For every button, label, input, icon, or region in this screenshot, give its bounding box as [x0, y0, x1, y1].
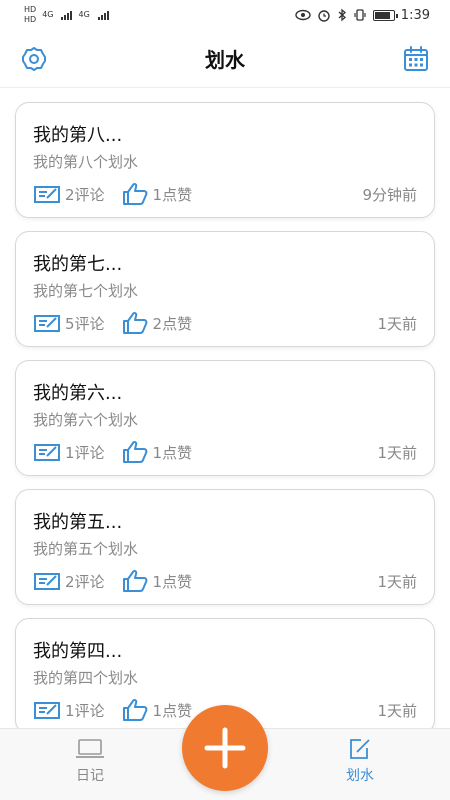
post-card[interactable]: 我的第六... 我的第六个划水 1评论 1点赞 1天前: [15, 360, 435, 476]
alarm-icon: [318, 10, 330, 22]
comment-icon: [34, 702, 60, 719]
comments-label: 5评论: [65, 314, 105, 333]
network-label-2: 4G: [78, 10, 90, 19]
thumbs-up-icon: [122, 440, 147, 463]
comment-icon: [34, 315, 60, 332]
post-title: 我的第七...: [33, 254, 123, 275]
likes-label: 1点赞: [152, 443, 193, 462]
likes-count[interactable]: 1点赞: [121, 440, 193, 464]
post-time: 9分钟前: [362, 185, 417, 204]
comments-count[interactable]: 5评论: [33, 313, 105, 334]
hd-badges: HD HD: [24, 6, 36, 24]
post-title: 我的第六...: [33, 383, 123, 404]
settings-gear-icon: [22, 47, 46, 71]
post-subtitle: 我的第六个划水: [33, 411, 139, 429]
comment-icon: [34, 573, 60, 590]
comments-label: 2评论: [65, 572, 105, 591]
status-time: 1:39: [400, 7, 430, 23]
tab-diary[interactable]: 日记: [50, 737, 130, 793]
likes-label: 2点赞: [152, 314, 193, 333]
status-bar: HD HD 4G 4G 1:39: [0, 0, 450, 30]
thumbs-up-icon: [122, 182, 147, 205]
likes-label: 1点赞: [152, 572, 193, 591]
comments-label: 2评论: [65, 185, 105, 204]
comments-count[interactable]: 2评论: [33, 184, 105, 205]
post-meta: 2评论 1点赞 9分钟前: [33, 181, 417, 207]
comments-count[interactable]: 1评论: [33, 700, 105, 721]
comments-count[interactable]: 2评论: [33, 571, 105, 592]
likes-count[interactable]: 1点赞: [121, 182, 193, 206]
comments-count[interactable]: 1评论: [33, 442, 105, 463]
post-subtitle: 我的第七个划水: [33, 282, 139, 300]
thumbs-up-icon: [122, 311, 147, 334]
post-title: 我的第八...: [33, 125, 123, 146]
post-card[interactable]: 我的第七... 我的第七个划水 5评论 2点赞 1天前: [15, 231, 435, 347]
likes-label: 1点赞: [152, 701, 193, 720]
comment-icon: [34, 186, 60, 203]
post-subtitle: 我的第八个划水: [33, 153, 139, 171]
bluetooth-icon: [338, 8, 346, 22]
edit-icon: [350, 739, 370, 759]
post-time: 1天前: [377, 701, 417, 720]
post-title: 我的第四...: [33, 641, 123, 662]
likes-count[interactable]: 2点赞: [121, 311, 193, 335]
signal-icon: [61, 10, 73, 20]
calendar-icon: [404, 46, 428, 71]
tab-huashui[interactable]: 划水: [320, 737, 400, 793]
comments-label: 1评论: [65, 701, 105, 720]
tab-diary-label: 日记: [76, 768, 104, 784]
hd-badge-top: HD: [24, 5, 37, 14]
vibrate-icon: [354, 9, 366, 21]
eye-icon: [295, 9, 311, 21]
battery-icon: [372, 9, 398, 21]
add-post-button[interactable]: [182, 705, 268, 791]
comment-icon: [34, 444, 60, 461]
post-list[interactable]: 我的第八... 我的第八个划水 2评论 1点赞 9分钟前 我的第七... 我的第…: [0, 100, 450, 728]
status-right: 1:39: [295, 8, 430, 23]
thumbs-up-icon: [122, 569, 147, 592]
hd-badge-bottom: HD: [24, 15, 37, 24]
post-subtitle: 我的第四个划水: [33, 669, 139, 687]
tab-huashui-label: 划水: [346, 768, 374, 784]
comments-label: 1评论: [65, 443, 105, 462]
page-title: 划水: [205, 48, 245, 72]
post-subtitle: 我的第五个划水: [33, 540, 139, 558]
likes-label: 1点赞: [152, 185, 193, 204]
laptop-icon: [76, 739, 104, 758]
likes-count[interactable]: 1点赞: [121, 698, 193, 722]
post-time: 1天前: [377, 314, 417, 333]
post-card[interactable]: 我的第八... 我的第八个划水 2评论 1点赞 9分钟前: [15, 102, 435, 218]
post-meta: 2评论 1点赞 1天前: [33, 568, 417, 594]
post-card[interactable]: 我的第五... 我的第五个划水 2评论 1点赞 1天前: [15, 489, 435, 605]
settings-button[interactable]: [18, 43, 50, 75]
calendar-button[interactable]: [400, 43, 432, 75]
thumbs-up-icon: [122, 698, 147, 721]
post-meta: 1评论 1点赞 1天前: [33, 439, 417, 465]
network-label-1: 4G: [42, 10, 54, 19]
signal-icon-2: [97, 10, 109, 20]
post-title: 我的第五...: [33, 512, 123, 533]
status-left: HD HD 4G 4G: [24, 6, 109, 24]
post-time: 1天前: [377, 443, 417, 462]
plus-icon: [204, 727, 246, 769]
likes-count[interactable]: 1点赞: [121, 569, 193, 593]
header: 划水: [0, 30, 450, 88]
post-time: 1天前: [377, 572, 417, 591]
post-meta: 5评论 2点赞 1天前: [33, 310, 417, 336]
